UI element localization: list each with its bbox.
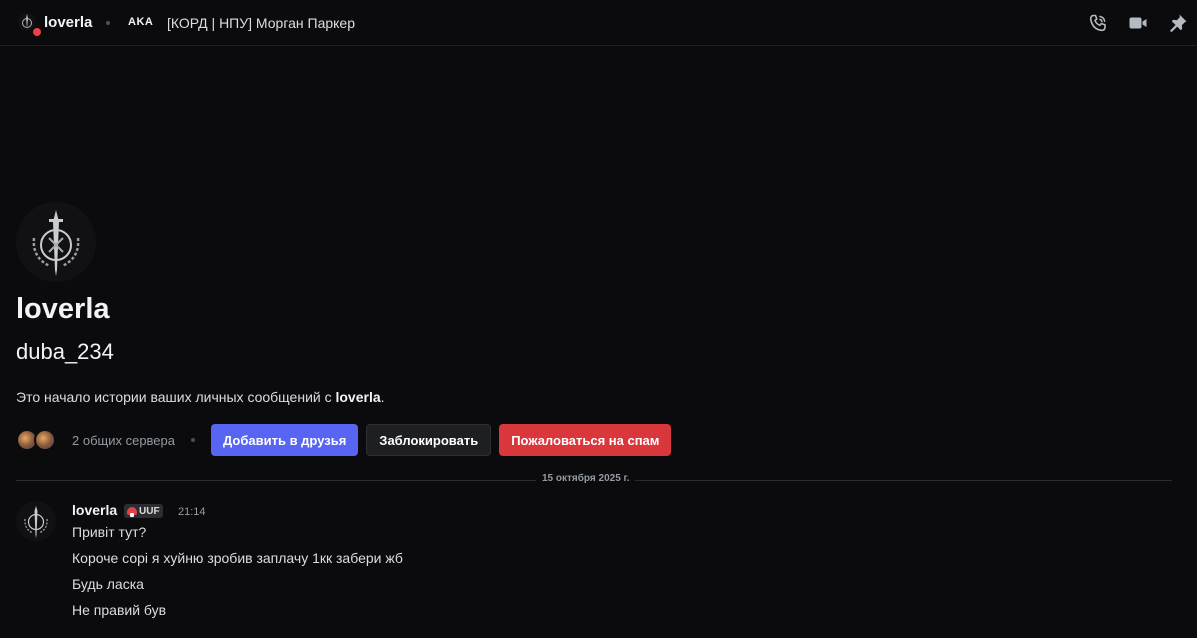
message-timestamp[interactable]: 21:14 (178, 506, 206, 518)
mushroom-icon (127, 507, 137, 517)
phone-icon[interactable] (1088, 13, 1108, 33)
dm-intro-text: Это начало истории ваших личных сообщени… (16, 389, 385, 405)
server-tag-badge[interactable]: UUF (124, 504, 163, 518)
video-camera-icon[interactable] (1128, 13, 1148, 33)
profile-username: duba_234 (16, 339, 114, 364)
server-tag-text: UUF (139, 505, 160, 517)
profile-avatar[interactable] (16, 202, 96, 282)
aka-name: [КОРД | НПУ] Морган Паркер (167, 15, 356, 31)
intro-prefix: Это начало истории ваших личных сообщени… (16, 389, 336, 405)
message-text: Привіт тут? (72, 524, 147, 540)
add-friend-button[interactable]: Добавить в друзья (211, 424, 359, 456)
aka-label: AKA (128, 16, 154, 28)
message-author-avatar[interactable] (16, 501, 56, 541)
message-text: Короче сорі я хуйню зробив заплачу 1кк з… (72, 550, 403, 566)
block-button[interactable]: Заблокировать (366, 424, 492, 456)
message-text: Не правий був (72, 602, 167, 618)
profile-actions-row: 2 общих сервера Добавить в друзья Заблок… (16, 424, 679, 456)
mutual-server-icon[interactable] (34, 429, 56, 451)
intro-suffix: . (380, 389, 385, 405)
dnd-status-indicator (31, 26, 43, 38)
header-username[interactable]: loverla (44, 14, 92, 31)
date-divider-label: 15 октября 2025 г. (536, 473, 636, 484)
header-separator (106, 21, 110, 25)
dm-header: loverla AKA [КОРД | НПУ] Морган Паркер (0, 0, 1197, 46)
profile-display-name: loverla (16, 293, 110, 325)
mutual-servers-link[interactable]: 2 общих сервера (72, 433, 175, 448)
intro-username: loverla (335, 389, 381, 405)
row-separator (191, 438, 195, 442)
pin-icon[interactable] (1168, 13, 1188, 33)
message-author-name[interactable]: loverla (72, 502, 117, 518)
message-text: Будь ласка (72, 576, 144, 592)
report-spam-button[interactable]: Пожаловаться на спам (499, 424, 672, 456)
